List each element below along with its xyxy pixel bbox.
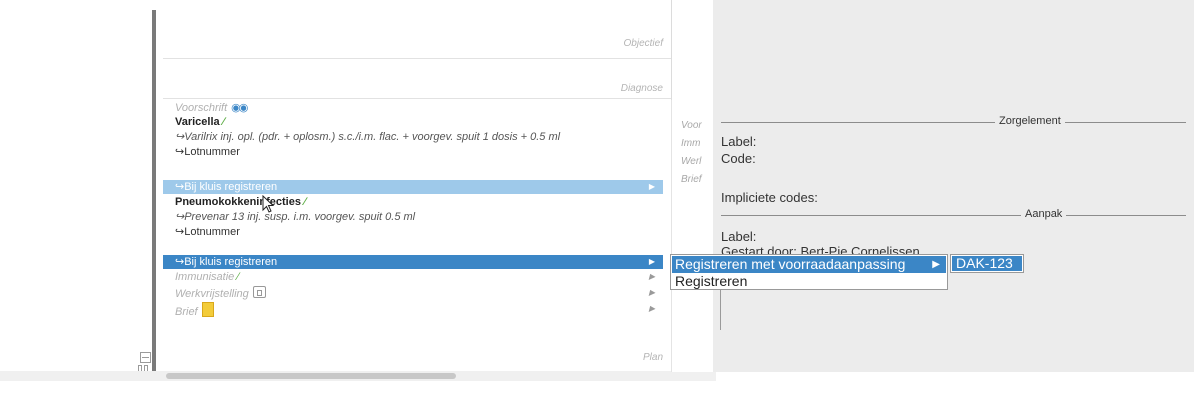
impliciete-codes-field: Impliciete codes:: [721, 190, 818, 205]
divider: [721, 122, 1186, 123]
row-lotnummer[interactable]: ↪Lotnummer: [163, 145, 663, 159]
row-varicella[interactable]: Varicella ∕: [163, 115, 663, 129]
edit-pencil-icon[interactable]: ∕: [223, 115, 235, 128]
submenu: DAK-123: [950, 254, 1024, 273]
row-immunisatie[interactable]: Immunisatie ∕ ▶: [163, 270, 663, 284]
row-bij-kluis-registreren[interactable]: ↪Bij kluis registreren ▶: [163, 180, 663, 194]
row-bij-kluis-registreren-active[interactable]: ↪Bij kluis registreren ▶: [163, 255, 663, 269]
zorgelement-title: Zorgelement: [995, 115, 1065, 127]
menu-item-label: Registreren met voorraadaanpassing: [675, 256, 906, 272]
submenu-arrow-icon: ▶: [648, 182, 655, 191]
row-label: Immunisatie: [175, 271, 235, 283]
pane-item: Brief: [681, 174, 702, 185]
label-field: Label:: [721, 134, 757, 149]
row-label: Varicella: [175, 116, 220, 128]
aanpak-title: Aanpak: [1021, 208, 1067, 220]
row-lotnummer[interactable]: ↪Lotnummer: [163, 225, 663, 239]
row-brief[interactable]: Brief ▶: [163, 302, 663, 318]
row-label: Voorschrift: [175, 102, 228, 114]
row-werkvrijstelling[interactable]: Werkvrijstelling ▶: [163, 286, 663, 300]
edit-pencil-icon[interactable]: ∕: [237, 270, 249, 283]
row-label: Brief: [175, 306, 198, 318]
detail-panel: Zorgelement Label: Code: Impliciete code…: [713, 0, 1194, 372]
row-varilrix[interactable]: ↪Varilrix inj. opl. (pdr. + oplosm.) s.c…: [163, 130, 663, 144]
document-icon[interactable]: [201, 302, 214, 317]
row-label: ↪Bij kluis registreren: [175, 181, 278, 193]
row-label: Werkvrijstelling: [175, 288, 249, 300]
row-voorschrift[interactable]: Voorschrift ◉◉: [163, 101, 663, 115]
collapse-icon[interactable]: [140, 352, 151, 363]
soap-panel: Objectief Diagnose Voorschrift ◉◉ Varicel…: [163, 0, 672, 372]
label-field: Label:: [721, 229, 757, 244]
edit-pencil-icon[interactable]: ∕: [304, 195, 316, 208]
submenu-arrow-icon: ▶: [648, 304, 655, 313]
row-prevenar[interactable]: ↪Prevenar 13 inj. susp. i.m. voorgev. sp…: [163, 210, 663, 224]
divider: [721, 215, 1186, 216]
home-icon[interactable]: [252, 286, 266, 298]
section-label-diagnose: Diagnose: [620, 83, 663, 94]
section-label-plan: Plan: [642, 352, 663, 363]
pane-item: Voor: [681, 120, 702, 131]
context-menu: Registreren met voorraadaanpassing ▶ Regi…: [670, 254, 948, 290]
mouse-cursor-icon: [262, 195, 275, 213]
section-divider: [163, 58, 671, 59]
row-label: ↪Bij kluis registreren: [175, 256, 278, 268]
code-field: Code:: [721, 151, 756, 166]
submenu-arrow-icon: ▶: [648, 288, 655, 297]
section-label-objectief: Objectief: [623, 38, 663, 49]
panel-splitter[interactable]: [152, 10, 156, 372]
row-pneumokokken[interactable]: Pneumokokkeninfecties ∕: [163, 195, 663, 209]
submenu-arrow-icon: ▶: [648, 272, 655, 281]
adjacent-pane: Voor Imm Werl Brief: [671, 100, 714, 372]
menu-item-registreren-met-voorraadaanpassing[interactable]: Registreren met voorraadaanpassing ▶: [672, 256, 946, 273]
pane-item: Werl: [681, 156, 702, 167]
binoculars-icon[interactable]: ◉◉: [231, 101, 248, 115]
submenu-item-dak-123[interactable]: DAK-123: [952, 256, 1022, 271]
submenu-arrow-icon: ▶: [932, 259, 940, 270]
pane-item: Imm: [681, 138, 701, 149]
row-label: Pneumokokkeninfecties: [175, 196, 301, 208]
section-divider: [163, 98, 671, 99]
scrollbar-thumb[interactable]: [166, 373, 456, 379]
menu-item-registreren[interactable]: Registreren: [672, 273, 946, 290]
submenu-arrow-icon: ▶: [648, 257, 655, 266]
